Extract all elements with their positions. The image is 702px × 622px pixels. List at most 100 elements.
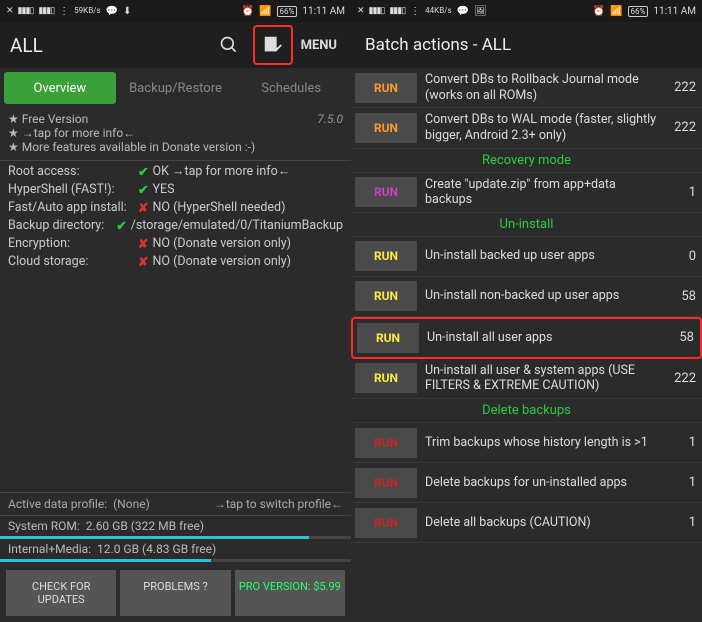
version-info[interactable]: ★ Free Version ★ →tap for more info← ★ M… (0, 108, 351, 158)
net-speed: 59KB/s (74, 7, 100, 15)
net-speed: 44KB/s (425, 7, 451, 15)
storage-bar (0, 536, 351, 539)
status-key: Root access: (8, 164, 138, 179)
x-icon: ✘ (138, 236, 148, 252)
status-key: Fast/Auto app install: (8, 200, 138, 215)
status-value: ✘NO (Donate version only) (138, 236, 343, 252)
status-key: Cloud storage: (8, 254, 138, 269)
batch-row: RUNUn-install all user apps58 (351, 317, 702, 359)
info-line: ★ More features available in Donate vers… (8, 140, 343, 154)
storage-row: Internal+Media: 12.0 GB (4.83 GB free) (0, 541, 351, 557)
batch-count: 222 (666, 120, 696, 135)
batch-row: RUNCreate "update.zip" from app+data bac… (351, 173, 702, 213)
signal-icon: ▮▮▮▯ (369, 6, 385, 16)
batch-label: Delete all backups (CAUTION) (425, 515, 658, 531)
app-title: ALL (10, 34, 205, 57)
status-value: ✔/storage/emulated/0/TitaniumBackup (116, 218, 343, 234)
batch-count: 58 (666, 289, 696, 304)
batch-count: 1 (666, 435, 696, 450)
tab-overview[interactable]: Overview (4, 72, 116, 104)
run-button[interactable]: RUN (355, 363, 417, 393)
problems-button[interactable]: PROBLEMS ? (120, 570, 230, 616)
status-row[interactable]: Root access:✔OK →tap for more info← (0, 163, 351, 181)
batch-row: RUN Convert DBs to Rollback Journal mode … (351, 68, 702, 108)
x-icon: ✘ (138, 254, 148, 270)
batch-count: 222 (666, 371, 696, 386)
version-number: 7.5.0 (317, 112, 343, 126)
battery-icon: 66% (277, 6, 298, 17)
bottom-buttons: CHECK FOR UPDATES PROBLEMS ? PRO VERSION… (0, 564, 351, 622)
status-value: ✘NO (HyperShell needed) (138, 200, 343, 216)
batch-label: Un-install all user & system apps (USE F… (425, 363, 658, 394)
batch-label: Convert DBs to WAL mode (faster, slightl… (425, 112, 658, 143)
batch-count: 1 (666, 515, 696, 530)
run-button[interactable]: RUN (355, 241, 417, 271)
batch-label: Un-install non-backed up user apps (425, 288, 658, 304)
check-icon: ✔ (138, 164, 148, 180)
data-profile-row[interactable]: Active data profile: (None) →tap to swit… (0, 495, 351, 513)
info-line: ★ Free Version (8, 112, 343, 126)
battery-icon: 66% (628, 6, 649, 17)
run-button[interactable]: RUN (355, 428, 417, 458)
batch-label: Un-install all user apps (427, 330, 656, 346)
run-button[interactable]: RUN (355, 508, 417, 538)
status-row[interactable]: Fast/Auto app install:✘NO (HyperShell ne… (0, 199, 351, 217)
batch-row: RUN Delete all backups (CAUTION) 1 (351, 503, 702, 543)
check-icon: ✔ (138, 182, 148, 198)
check-icon: ✔ (116, 218, 126, 234)
download-icon: ⬇ (123, 6, 131, 17)
status-bar: ✕ ▮▮▮▯ ▮▮▮▯ ⋮ 59KB/s 💬 ⬇ ⏰ 📶 66% 11:11 A… (0, 0, 351, 22)
status-row[interactable]: Encryption:✘NO (Donate version only) (0, 235, 351, 253)
nosim-icon: ✕ (357, 6, 364, 16)
run-button[interactable]: RUN (355, 73, 417, 103)
tab-schedules[interactable]: Schedules (235, 72, 347, 104)
pro-version-button[interactable]: PRO VERSION: $5.99 (235, 570, 345, 616)
chat-icon: 💬 (457, 6, 469, 17)
wifi-icon: 📶 (610, 6, 622, 17)
batch-count: 222 (666, 80, 696, 95)
run-button[interactable]: RUN (355, 177, 417, 207)
status-row[interactable]: Cloud storage:✘NO (Donate version only) (0, 253, 351, 271)
batch-list[interactable]: RUN Convert DBs to Rollback Journal mode … (351, 68, 702, 622)
status-value: ✔OK →tap for more info← (138, 164, 343, 180)
status-value: ✘NO (Donate version only) (138, 254, 343, 270)
right-screen: ✕ ▮▮▮▯ ▮▮▮▯ ⋮ 44KB/s 💬 🖼 ⏰ 📶 66% 11:11 A… (351, 0, 702, 622)
run-button[interactable]: RUN (355, 468, 417, 498)
menu-button[interactable]: MENU (297, 38, 341, 53)
storage-row: System ROM: 2.60 GB (322 MB free) (0, 518, 351, 534)
check-updates-button[interactable]: CHECK FOR UPDATES (6, 570, 116, 616)
app-bar: ALL MENU (0, 22, 351, 68)
run-button[interactable]: RUN (355, 113, 417, 143)
alarm-icon: ⏰ (593, 6, 605, 17)
batch-row: RUN Convert DBs to WAL mode (faster, slig… (351, 108, 702, 148)
batch-actions-icon[interactable] (253, 25, 293, 65)
tab-bar: OverviewBackup/RestoreSchedules (0, 68, 351, 108)
status-row[interactable]: Backup directory:✔/storage/emulated/0/Ti… (0, 217, 351, 235)
chat-icon: 💬 (106, 6, 118, 17)
nosim-icon: ✕ (6, 6, 13, 16)
profile-hint: →tap to switch profile← (214, 497, 343, 511)
tab-backup-restore[interactable]: Backup/Restore (120, 72, 232, 104)
picture-icon: 🖼 (474, 6, 487, 17)
batch-row: RUNUn-install backed up user apps0 (351, 237, 702, 277)
info-line: ★ →tap for more info← (8, 126, 343, 140)
batch-row: RUN Trim backups whose history length is … (351, 423, 702, 463)
x-icon: ✘ (138, 200, 148, 216)
divider (0, 160, 351, 161)
status-row[interactable]: HyperShell (FAST!):✔YES (0, 181, 351, 199)
batch-count: 0 (666, 249, 696, 264)
batch-count: 1 (666, 475, 696, 490)
run-button[interactable]: RUN (355, 281, 417, 311)
batch-label: Delete backups for un-installed apps (425, 475, 658, 491)
profile-label: Active data profile: (None) (8, 497, 150, 511)
wifi-icon: 📶 (259, 6, 271, 17)
signal-icon: ▮▮▮▯ (38, 6, 54, 16)
section-header: Delete backups (351, 399, 702, 423)
status-key: Backup directory: (8, 218, 116, 233)
run-button[interactable]: RUN (357, 323, 419, 353)
search-icon[interactable] (209, 25, 249, 65)
batch-label: Trim backups whose history length is >1 (425, 435, 658, 451)
more-icon: ⋮ (59, 6, 69, 17)
batch-row: RUN Un-install all user & system apps (US… (351, 359, 702, 399)
batch-label: Convert DBs to Rollback Journal mode (wo… (425, 72, 658, 103)
